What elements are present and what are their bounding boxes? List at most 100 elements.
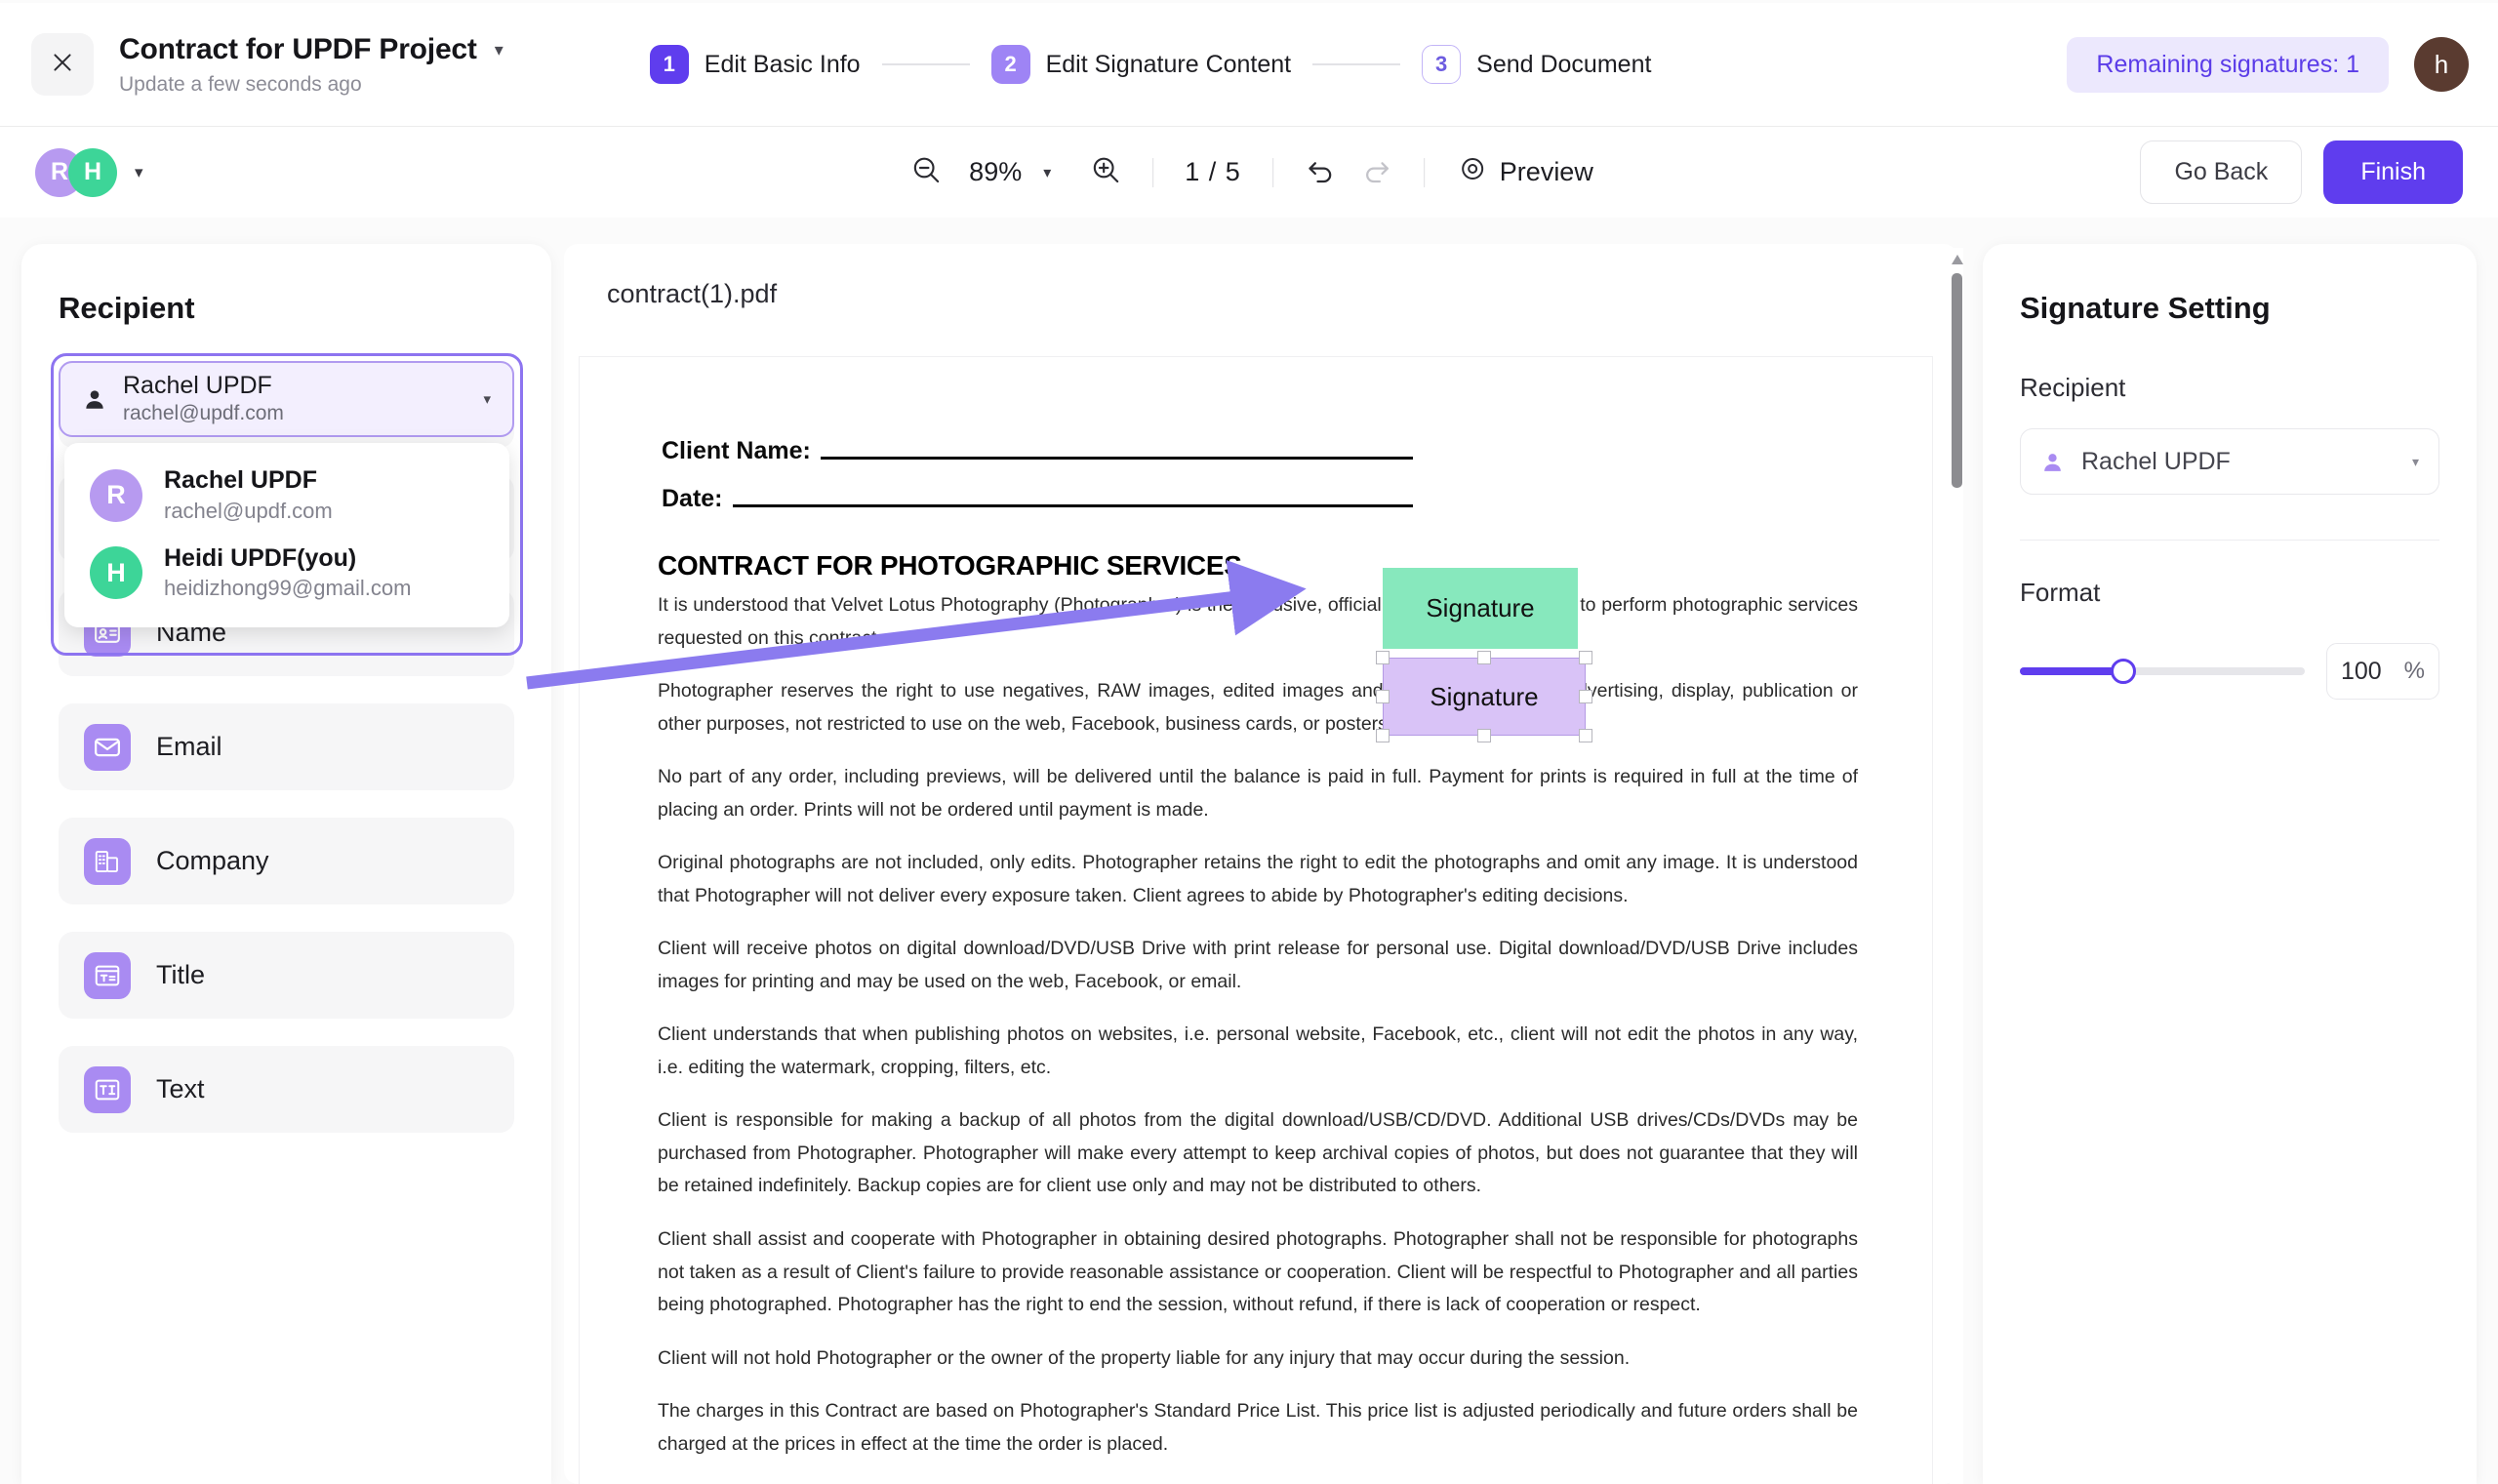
undo-button[interactable] — [1299, 151, 1342, 194]
divider — [2020, 540, 2439, 541]
zoom-out-button[interactable] — [905, 151, 947, 194]
signature-field-heidi[interactable]: Signature — [1383, 568, 1578, 649]
contract-paragraph: Client is responsible for making a backu… — [658, 1109, 1858, 1197]
field-item-text[interactable]: Text — [59, 1046, 514, 1133]
field-item-company[interactable]: Company — [59, 818, 514, 904]
divider — [1423, 157, 1425, 187]
signature-field-label: Signature — [1430, 681, 1539, 711]
option-name: Heidi UPDF(you) — [164, 543, 357, 572]
chevron-down-icon[interactable]: ▾ — [135, 163, 143, 182]
recipient-avatar-group[interactable]: R H ▾ — [35, 147, 143, 197]
step-2-label: Edit Signature Content — [1045, 50, 1292, 78]
step-indicator: 1 Edit Basic Info 2 Edit Signature Conte… — [649, 45, 1651, 84]
app-root: Contract for UPDF Project ▾ Update a few… — [0, 0, 2498, 1484]
chevron-down-icon[interactable]: ▾ — [1043, 163, 1051, 182]
contract-paragraph: The charges in this Contract are based o… — [658, 1400, 1858, 1455]
zoom-level-value[interactable]: 89% — [969, 157, 1022, 187]
signature-recipient-select[interactable]: Rachel UPDF ▾ — [2020, 428, 2439, 495]
eye-icon — [1458, 154, 1487, 190]
step-3-badge: 3 — [1422, 45, 1462, 84]
contract-paragraph: It is understood that Velvet Lotus Photo… — [658, 594, 1858, 649]
zoom-in-button[interactable] — [1084, 151, 1127, 194]
slider-knob[interactable] — [2111, 659, 2137, 684]
recipient-email: rachel@updf.com — [123, 402, 284, 425]
step-connector — [1312, 63, 1401, 65]
dropdown-option-heidi[interactable]: H Heidi UPDF(you) heidizhong99@gmail.com — [64, 535, 509, 613]
page-indicator[interactable]: 1 / 5 — [1185, 157, 1241, 187]
option-email: rachel@updf.com — [164, 498, 333, 523]
option-email: heidizhong99@gmail.com — [164, 576, 412, 600]
redo-button[interactable] — [1355, 151, 1398, 194]
step-2-badge: 2 — [990, 45, 1030, 84]
top-header: Contract for UPDF Project ▾ Update a few… — [0, 3, 2498, 127]
document-viewer: contract(1).pdf Client Name: Date: CONTR… — [564, 244, 1957, 1484]
document-update-status: Update a few seconds ago — [119, 72, 362, 96]
person-icon — [2040, 450, 2065, 474]
avatar-heidi: H — [68, 147, 117, 197]
resize-handle-sw[interactable] — [1376, 729, 1390, 742]
scroll-up-arrow-icon[interactable] — [1952, 252, 1963, 264]
step-edit-signature-content[interactable]: 2 Edit Signature Content — [990, 45, 1292, 84]
finish-button[interactable]: Finish — [2323, 140, 2463, 204]
step-1-label: Edit Basic Info — [704, 50, 861, 78]
resize-handle-s[interactable] — [1477, 729, 1491, 742]
step-connector — [881, 63, 970, 65]
preview-label: Preview — [1499, 157, 1593, 186]
contract-paragraph: Client shall assist and cooperate with P… — [658, 1227, 1858, 1316]
slider-fill — [2020, 667, 2123, 675]
avatar: R — [90, 468, 142, 522]
header-right-group: Remaining signatures: 1 h — [2067, 36, 2469, 93]
document-filename: contract(1).pdf — [607, 279, 778, 308]
toolbar-center-controls: 89% ▾ 1 / 5 Preview — [905, 151, 1593, 194]
recipient-name: Rachel UPDF — [123, 371, 272, 399]
recipient-dropdown-menu: R Rachel UPDF rachel@updf.com H Heidi UP… — [64, 443, 509, 627]
signature-lines: Client Name: Date: — [662, 437, 1413, 533]
signature-setting-title: Signature Setting — [2020, 291, 2271, 325]
contract-paragraph: Original photographs are not included, o… — [658, 852, 1858, 906]
recipient-section-title: Recipient — [59, 291, 195, 325]
resize-handle-n[interactable] — [1477, 651, 1491, 664]
text-icon — [84, 1065, 131, 1113]
contract-paragraph: Client will not hold Photographer or the… — [658, 1346, 1631, 1369]
pdf-page[interactable]: Client Name: Date: CONTRACT FOR PHOTOGRA… — [580, 357, 1932, 1484]
go-back-button[interactable]: Go Back — [2140, 140, 2303, 204]
dropdown-option-rachel[interactable]: R Rachel UPDF rachel@updf.com — [64, 457, 509, 535]
redo-icon — [1361, 154, 1392, 190]
resize-handle-e[interactable] — [1579, 690, 1592, 703]
step-1-badge: 1 — [649, 45, 689, 84]
contract-paragraph: Client understands that when publishing … — [658, 1023, 1858, 1078]
step-send-document[interactable]: 3 Send Document — [1422, 45, 1651, 84]
field-label: Text — [156, 1074, 205, 1103]
recipient-select[interactable]: Rachel UPDF rachel@updf.com ▾ — [59, 361, 514, 437]
step-edit-basic-info[interactable]: 1 Edit Basic Info — [649, 45, 861, 84]
resize-handle-w[interactable] — [1376, 690, 1390, 703]
toolbar-right-actions: Go Back Finish — [2140, 140, 2463, 204]
field-label: Title — [156, 960, 206, 989]
field-item-title[interactable]: Title — [59, 932, 514, 1019]
client-name-label: Client Name: — [662, 437, 811, 464]
editor-toolbar: R H ▾ 89% ▾ 1 / 5 Preview Go Back Finish — [0, 127, 2498, 218]
zoom-in-icon — [1090, 154, 1121, 190]
preview-button[interactable]: Preview — [1458, 154, 1593, 190]
resize-handle-se[interactable] — [1579, 729, 1592, 742]
format-label: Format — [2020, 578, 2101, 607]
contract-paragraph: No part of any order, including previews… — [658, 766, 1858, 821]
chevron-down-icon: ▾ — [483, 391, 491, 408]
resize-handle-nw[interactable] — [1376, 651, 1390, 664]
contract-body: It is understood that Velvet Lotus Photo… — [658, 589, 1858, 1484]
divider — [1152, 157, 1154, 187]
date-label: Date: — [662, 485, 723, 512]
avatar[interactable]: h — [2414, 37, 2469, 92]
chevron-down-icon[interactable]: ▾ — [495, 41, 504, 59]
resize-handle-ne[interactable] — [1579, 651, 1592, 664]
close-button[interactable] — [31, 33, 94, 96]
field-item-email[interactable]: Email — [59, 703, 514, 790]
signature-field-rachel[interactable]: Signature — [1376, 651, 1592, 742]
step-3-label: Send Document — [1476, 50, 1652, 78]
opacity-input[interactable]: 100 % — [2326, 643, 2439, 700]
opacity-slider[interactable] — [2020, 659, 2305, 684]
building-icon — [84, 837, 131, 885]
document-scrollbar-thumb[interactable] — [1952, 273, 1962, 488]
left-sidebar: Recipient Signature Date — [21, 244, 551, 1484]
title-icon — [84, 951, 131, 999]
